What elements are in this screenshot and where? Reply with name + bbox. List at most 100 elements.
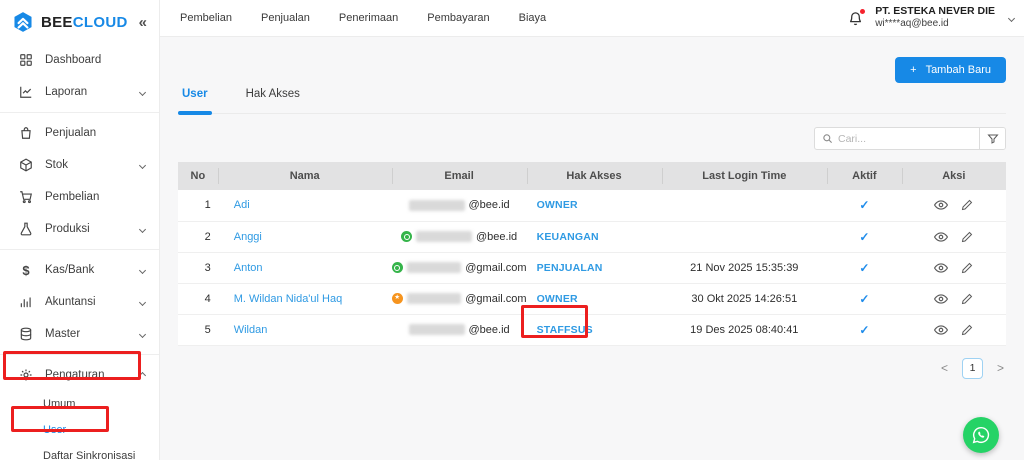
sidebar-item-umum[interactable]: Umum xyxy=(0,391,159,417)
bar-chart-icon xyxy=(18,295,34,309)
sidebar-item-kas-bank[interactable]: $ Kas/Bank xyxy=(0,254,159,286)
edit-icon[interactable] xyxy=(961,199,973,211)
edit-icon[interactable] xyxy=(961,293,973,305)
table-row: 3 Anton @gmail.com PENJUALAN 21 Nov 2025… xyxy=(178,252,1006,284)
sidebar-item-dashboard[interactable]: Dashboard xyxy=(0,44,159,76)
search-row xyxy=(178,127,1006,150)
topnav-item-pembayaran[interactable]: Pembayaran xyxy=(427,12,489,24)
tab-user[interactable]: User xyxy=(178,88,212,115)
redacted-email xyxy=(408,324,465,335)
last-login-time xyxy=(661,221,828,253)
role-link[interactable]: OWNER xyxy=(537,293,578,305)
active-check-icon: ✓ xyxy=(859,198,870,213)
email-status-badge-icon xyxy=(391,262,403,273)
chevron-down-icon xyxy=(138,88,147,96)
filter-button[interactable] xyxy=(979,128,1005,149)
role-link[interactable]: STAFFSUS xyxy=(537,324,593,336)
last-login-time: 19 Des 2025 08:40:41 xyxy=(661,314,828,346)
pengaturan-submenu: Umum User Daftar Sinkronisasi xyxy=(0,391,159,460)
view-icon[interactable] xyxy=(934,230,949,244)
funnel-icon xyxy=(986,133,999,145)
row-number: 1 xyxy=(178,190,218,222)
chevron-down-icon xyxy=(138,161,147,169)
gear-icon xyxy=(18,368,34,382)
table-row: 5 Wildan @bee.id STAFFSUS 19 Des 2025 08… xyxy=(178,314,1006,346)
email-domain: @bee.id xyxy=(468,199,510,212)
view-icon[interactable] xyxy=(934,323,949,337)
chevron-down-icon xyxy=(138,298,147,306)
divider xyxy=(0,249,159,250)
last-login-time: 21 Nov 2025 15:35:39 xyxy=(661,252,828,284)
sidebar-item-master[interactable]: Master xyxy=(0,318,159,350)
user-table: No Nama Email Hak Akses Last Login Time … xyxy=(178,162,1006,346)
topnav-item-penerimaan[interactable]: Penerimaan xyxy=(339,12,398,24)
whatsapp-button[interactable] xyxy=(963,417,999,453)
redacted-email xyxy=(408,199,465,211)
role-link[interactable]: KEUANGAN xyxy=(537,231,599,243)
sidebar-item-user[interactable]: User xyxy=(0,417,159,443)
account-menu[interactable]: PT. ESTEKA NEVER DIE wi****aq@bee.id xyxy=(875,5,995,31)
sidebar-item-daftar-sinkronisasi[interactable]: Daftar Sinkronisasi xyxy=(0,443,159,460)
sidebar: BEECLOUD « Dashboard Laporan Penjualan S… xyxy=(0,0,160,460)
redacted-email xyxy=(416,231,473,242)
active-check-icon: ✓ xyxy=(859,229,870,244)
shopping-cart-icon xyxy=(18,190,34,204)
sidebar-item-produksi[interactable]: Produksi xyxy=(0,213,159,245)
account-email: wi****aq@bee.id xyxy=(875,18,949,30)
view-icon[interactable] xyxy=(934,292,949,306)
email-domain: @bee.id xyxy=(476,230,518,243)
topnav-item-pembelian[interactable]: Pembelian xyxy=(180,12,232,24)
plus-icon: + xyxy=(910,64,917,76)
report-chart-icon xyxy=(18,85,34,99)
notification-bell-icon[interactable] xyxy=(848,8,866,26)
notification-dot xyxy=(860,8,866,14)
role-link[interactable]: PENJUALAN xyxy=(537,262,603,274)
user-name-link[interactable]: Wildan xyxy=(234,324,268,336)
email-status-badge-icon xyxy=(391,293,403,304)
edit-icon[interactable] xyxy=(961,324,973,336)
sidebar-item-laporan[interactable]: Laporan xyxy=(0,76,159,108)
dollar-icon: $ xyxy=(22,262,30,278)
role-link[interactable]: OWNER xyxy=(537,199,578,211)
brand-name: BEECLOUD xyxy=(41,13,128,31)
edit-icon[interactable] xyxy=(961,231,973,243)
sidebar-item-pengaturan[interactable]: Pengaturan xyxy=(0,359,159,391)
tab-hak-akses[interactable]: Hak Akses xyxy=(242,88,304,113)
table-row: 1 Adi @bee.id OWNER ✓ xyxy=(178,190,1006,222)
flask-icon xyxy=(18,222,34,236)
tambah-baru-button[interactable]: + Tambah Baru xyxy=(895,57,1006,83)
search-icon xyxy=(822,133,833,144)
view-icon[interactable] xyxy=(934,198,949,212)
topnav-item-biaya[interactable]: Biaya xyxy=(519,12,547,24)
active-check-icon: ✓ xyxy=(859,322,870,337)
divider xyxy=(0,112,159,113)
package-box-icon xyxy=(18,158,34,172)
company-name: PT. ESTEKA NEVER DIE xyxy=(875,5,995,18)
col-aksi: Aksi xyxy=(901,162,1006,190)
whatsapp-icon xyxy=(971,425,991,445)
view-icon[interactable] xyxy=(934,261,949,275)
sidebar-collapse-icon[interactable]: « xyxy=(139,15,147,30)
table-row: 2 Anggi @bee.id KEUANGAN ✓ xyxy=(178,221,1006,253)
topnav-item-penjualan[interactable]: Penjualan xyxy=(261,12,310,24)
user-name-link[interactable]: Adi xyxy=(234,199,250,211)
sales-bag-icon xyxy=(18,126,34,140)
col-no: No xyxy=(178,162,218,190)
last-login-time: 30 Okt 2025 14:26:51 xyxy=(661,283,828,315)
main-content: + Tambah Baru User Hak Akses No Nama xyxy=(160,37,1024,460)
prev-page-icon[interactable]: < xyxy=(941,361,948,375)
tabs: User Hak Akses xyxy=(178,88,1006,115)
row-number: 5 xyxy=(178,314,218,346)
email-domain: @gmail.com xyxy=(465,261,527,274)
user-name-link[interactable]: Anton xyxy=(234,262,263,274)
user-name-link[interactable]: Anggi xyxy=(234,231,262,243)
sidebar-item-pembelian[interactable]: Pembelian xyxy=(0,181,159,213)
next-page-icon[interactable]: > xyxy=(997,361,1004,375)
user-name-link[interactable]: M. Wildan Nida'ul Haq xyxy=(234,293,342,305)
search-input[interactable] xyxy=(838,132,972,145)
edit-icon[interactable] xyxy=(961,262,973,274)
sidebar-item-stok[interactable]: Stok xyxy=(0,149,159,181)
sidebar-item-penjualan[interactable]: Penjualan xyxy=(0,117,159,149)
sidebar-item-akuntansi[interactable]: Akuntansi xyxy=(0,286,159,318)
page-number[interactable]: 1 xyxy=(961,357,983,379)
